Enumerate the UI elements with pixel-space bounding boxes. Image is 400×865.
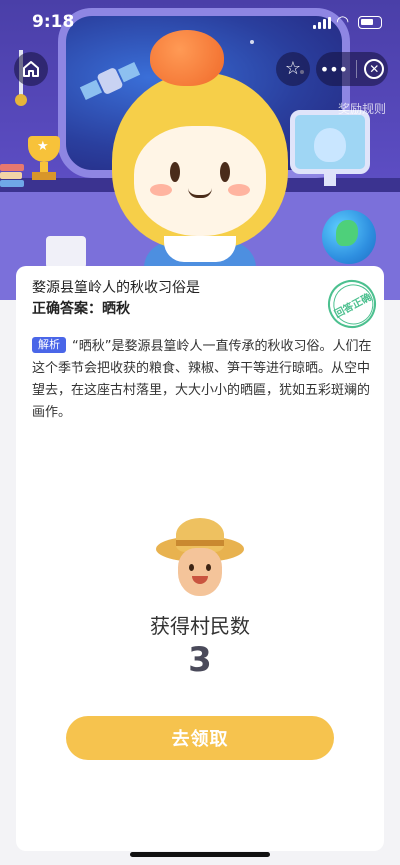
books-decoration <box>0 164 26 190</box>
question-text: 婺源县篁岭人的秋收习俗是 <box>32 280 200 296</box>
mini-program-capsule: ••• ✕ <box>316 52 388 86</box>
favorite-button[interactable]: ☆ <box>276 52 310 86</box>
wifi-icon: ◠ <box>336 12 350 30</box>
status-time: 9:18 <box>32 12 75 32</box>
close-circle-icon[interactable]: ✕ <box>364 59 385 79</box>
analysis-text: “晒秋”是婺源县篁岭人一直传承的秋收习俗。人们在这个季节会把收获的粮食、辣椒、笋… <box>32 339 372 420</box>
reward-label: 获得村民数 <box>150 614 250 638</box>
battery-icon <box>358 16 382 29</box>
hero-illustration: ★ <box>0 0 400 300</box>
globe-icon <box>322 210 376 264</box>
stamp-label: 回答正确 <box>332 291 374 321</box>
cell-signal-icon <box>313 17 331 29</box>
reward-count: 3 <box>188 640 212 680</box>
capsule-divider <box>355 60 357 78</box>
home-indicator <box>130 852 270 857</box>
home-icon <box>23 61 39 77</box>
trophy-icon: ★ <box>22 136 66 188</box>
villager-icon <box>156 518 244 598</box>
more-dots-icon[interactable]: ••• <box>320 60 348 79</box>
result-card: 婺源县篁岭人的秋收习俗是 正确答案：晒秋 回答正确 解析 “晒秋”是婺源县篁岭人一… <box>16 266 384 851</box>
analysis-paragraph: 解析 “晒秋”是婺源县篁岭人一直传承的秋收习俗。人们在这个季节会把收获的粮食、辣椒… <box>32 336 372 424</box>
reward-rules-link[interactable]: 奖励规则 <box>338 100 386 117</box>
status-bar: 9:18 ◠ <box>0 0 400 44</box>
correct-answer: 正确答案：晒秋 <box>32 301 130 317</box>
home-button[interactable] <box>14 52 48 86</box>
alien-icon <box>314 128 346 162</box>
monitor-illustration <box>290 110 370 186</box>
mascot-character <box>100 30 300 300</box>
analysis-tag: 解析 <box>32 337 66 353</box>
claim-button[interactable]: 去领取 <box>66 716 334 760</box>
star-outline-icon: ☆ <box>284 58 302 79</box>
